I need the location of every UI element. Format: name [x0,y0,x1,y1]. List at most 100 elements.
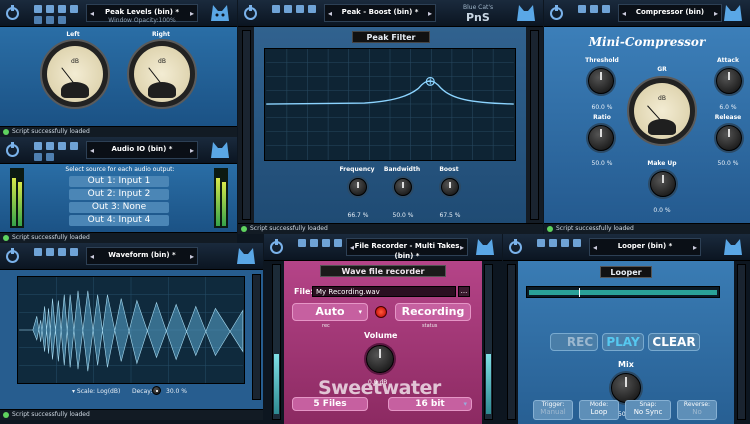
boost-knob[interactable] [441,178,459,196]
redo-icon[interactable] [70,248,78,256]
save-icon[interactable] [46,153,54,161]
preset-selector[interactable]: ◂ Compressor (bin) ▸ [618,4,722,22]
chevron-left-icon[interactable]: ◂ [90,252,94,262]
power-icon[interactable] [6,5,19,20]
list-icon[interactable] [34,16,42,24]
mode-option-box[interactable]: Mode: Loop [579,400,619,420]
waveform-display[interactable] [17,276,245,384]
bypass-icon[interactable] [46,248,54,256]
settings-icon[interactable] [34,5,42,13]
redo-icon[interactable] [334,239,342,247]
loop-progress-bar [529,290,717,295]
redo-icon[interactable] [70,5,78,13]
chevron-left-icon[interactable]: ◂ [90,146,94,156]
undo-icon[interactable] [58,142,66,150]
threshold-value: 60.0 % [591,104,613,111]
makeup-knob[interactable] [650,171,676,197]
chevron-left-icon[interactable]: ◂ [593,243,597,253]
chevron-right-icon[interactable]: ▸ [428,9,432,19]
output-select-1[interactable]: Out 1: Input 1 [69,176,169,187]
settings-icon[interactable] [578,5,586,13]
bypass-icon[interactable] [46,5,54,13]
undo-icon[interactable] [561,239,569,247]
volume-knob[interactable] [366,345,394,373]
frequency-knob[interactable] [349,178,367,196]
chevron-right-icon[interactable]: ▸ [714,9,718,19]
attack-knob[interactable] [716,68,742,94]
settings-icon[interactable] [34,142,42,150]
chevron-right-icon[interactable]: ▸ [460,243,464,253]
preset-selector[interactable]: ◂ File Recorder - Multi Takes (bin) * ▸ [346,238,468,260]
preset-selector[interactable]: ◂ Looper (bin) * ▸ [589,238,701,256]
loop-position-track[interactable] [526,286,720,298]
recording-status-button[interactable]: Recording [395,303,471,321]
snap-option-box[interactable]: Snap: No Sync [625,400,671,420]
preset-selector[interactable]: ◂ Peak - Boost (bin) * ▸ [324,4,436,22]
output-select-3[interactable]: Out 3: None [69,202,169,213]
power-icon[interactable] [6,142,19,157]
decay-knob[interactable] [152,386,161,395]
chevron-left-icon[interactable]: ◂ [622,9,626,19]
list-icon[interactable] [34,153,42,161]
power-icon[interactable] [509,239,522,254]
bypass-icon[interactable] [549,239,557,247]
threshold-knob[interactable] [588,68,614,94]
bypass-icon[interactable] [310,239,318,247]
settings-icon[interactable] [537,239,545,247]
redo-icon[interactable] [70,142,78,150]
settings-icon[interactable] [34,248,42,256]
browse-button[interactable]: ... [458,286,470,297]
power-icon[interactable] [6,248,19,263]
power-icon[interactable] [244,5,257,20]
chevron-left-icon[interactable]: ◂ [90,9,94,19]
bit-depth-selector[interactable]: 16 bit ▾ [388,397,472,411]
undo-icon[interactable] [322,239,330,247]
bandwidth-knob[interactable] [394,178,412,196]
undo-icon[interactable] [296,5,304,13]
settings-icon[interactable] [272,5,280,13]
left-scroll-strip[interactable] [242,30,251,220]
waveform-scroll-strip[interactable] [252,274,261,400]
play-button[interactable]: PLAY [602,333,644,351]
undo-icon[interactable] [602,5,610,13]
trigger-option-box[interactable]: Trigger: Manual [533,400,573,420]
scale-dropdown[interactable]: ▾ Scale: Log(dB) [72,388,120,395]
clear-button[interactable]: CLEAR [648,333,700,351]
looper-left-strip[interactable] [507,264,516,420]
undo-icon[interactable] [58,248,66,256]
undo-icon[interactable] [58,5,66,13]
release-knob[interactable] [716,125,742,151]
output-select-4[interactable]: Out 4: Input 4 [69,215,169,226]
chevron-right-icon[interactable]: ▸ [190,9,194,19]
chevron-left-icon[interactable]: ◂ [328,9,332,19]
output-select-2[interactable]: Out 2: Input 2 [69,189,169,200]
power-icon[interactable] [550,5,563,20]
bypass-icon[interactable] [590,5,598,13]
reverse-option-box[interactable]: Reverse: No [677,400,717,420]
redo-icon[interactable] [573,239,581,247]
info-icon[interactable] [58,16,66,24]
chevron-right-icon[interactable]: ▸ [190,146,194,156]
files-selector[interactable]: 5 Files [292,397,368,411]
chevron-right-icon[interactable]: ▸ [190,252,194,262]
save-icon[interactable] [46,16,54,24]
bypass-icon[interactable] [46,142,54,150]
settings-icon[interactable] [298,239,306,247]
redo-icon[interactable] [308,5,316,13]
preset-selector[interactable]: ◂ Peak Levels (bin) * Window Opacity:100… [86,4,198,24]
right-scroll-strip[interactable] [530,30,539,220]
rec-button[interactable]: REC [550,333,598,351]
bypass-icon[interactable] [284,5,292,13]
chevron-right-icon[interactable]: ▸ [693,243,697,253]
preset-selector[interactable]: ◂ Audio IO (bin) * ▸ [86,141,198,159]
ratio-knob[interactable] [588,125,614,151]
record-led-icon[interactable] [375,306,387,318]
looper-right-strip[interactable] [737,264,746,420]
chevron-left-icon[interactable]: ◂ [350,243,354,253]
file-name-field[interactable]: My Recording.wav [312,286,456,297]
preset-selector[interactable]: ◂ Waveform (bin) * ▸ [86,247,198,265]
power-icon[interactable] [270,239,283,254]
mix-knob[interactable] [611,373,641,403]
auto-record-dropdown[interactable]: Auto ▾ [292,303,368,321]
eq-curve-display[interactable] [264,48,516,161]
